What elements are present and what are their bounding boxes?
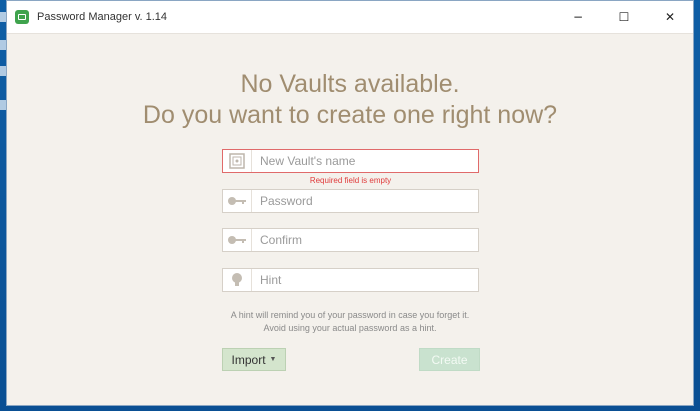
vault-name-input[interactable] xyxy=(258,153,472,169)
close-button[interactable]: ✕ xyxy=(647,1,693,33)
password-field[interactable] xyxy=(222,189,479,213)
create-button[interactable]: Create xyxy=(419,348,480,371)
hint-help-line-2: Avoid using your actual password as a hi… xyxy=(263,323,437,333)
minimize-button[interactable]: − xyxy=(555,1,601,33)
vault-icon xyxy=(223,150,252,172)
confirm-input[interactable] xyxy=(258,232,472,248)
title-bar[interactable]: Password Manager v. 1.14 − ☐ ✕ xyxy=(7,1,693,34)
hint-help-line-1: A hint will remind you of your password … xyxy=(230,310,470,320)
key-icon xyxy=(223,190,252,212)
chevron-down-icon: ▼ xyxy=(269,356,277,363)
key-icon xyxy=(223,229,252,251)
password-input[interactable] xyxy=(258,193,472,209)
main-content: No Vaults available. Do you want to crea… xyxy=(7,34,693,405)
window-title: Password Manager v. 1.14 xyxy=(37,11,168,23)
window-controls: − ☐ ✕ xyxy=(555,1,693,33)
hint-input[interactable] xyxy=(258,272,472,288)
hint-help-text: A hint will remind you of your password … xyxy=(207,309,493,335)
import-button[interactable]: Import ▼ xyxy=(222,348,286,371)
heading-line-2: Do you want to create one right now? xyxy=(142,101,558,129)
maximize-button[interactable]: ☐ xyxy=(601,1,647,33)
heading-line-1: No Vaults available. xyxy=(240,70,460,98)
vault-name-field[interactable] xyxy=(222,149,479,173)
vault-name-error: Required field is empty xyxy=(309,176,392,185)
app-window: Password Manager v. 1.14 − ☐ ✕ No Vaults… xyxy=(6,0,694,406)
confirm-field[interactable] xyxy=(222,228,479,252)
lightbulb-icon xyxy=(223,269,252,291)
app-logo-icon xyxy=(15,10,29,24)
import-label: Import xyxy=(231,352,266,367)
hint-field[interactable] xyxy=(222,268,479,292)
